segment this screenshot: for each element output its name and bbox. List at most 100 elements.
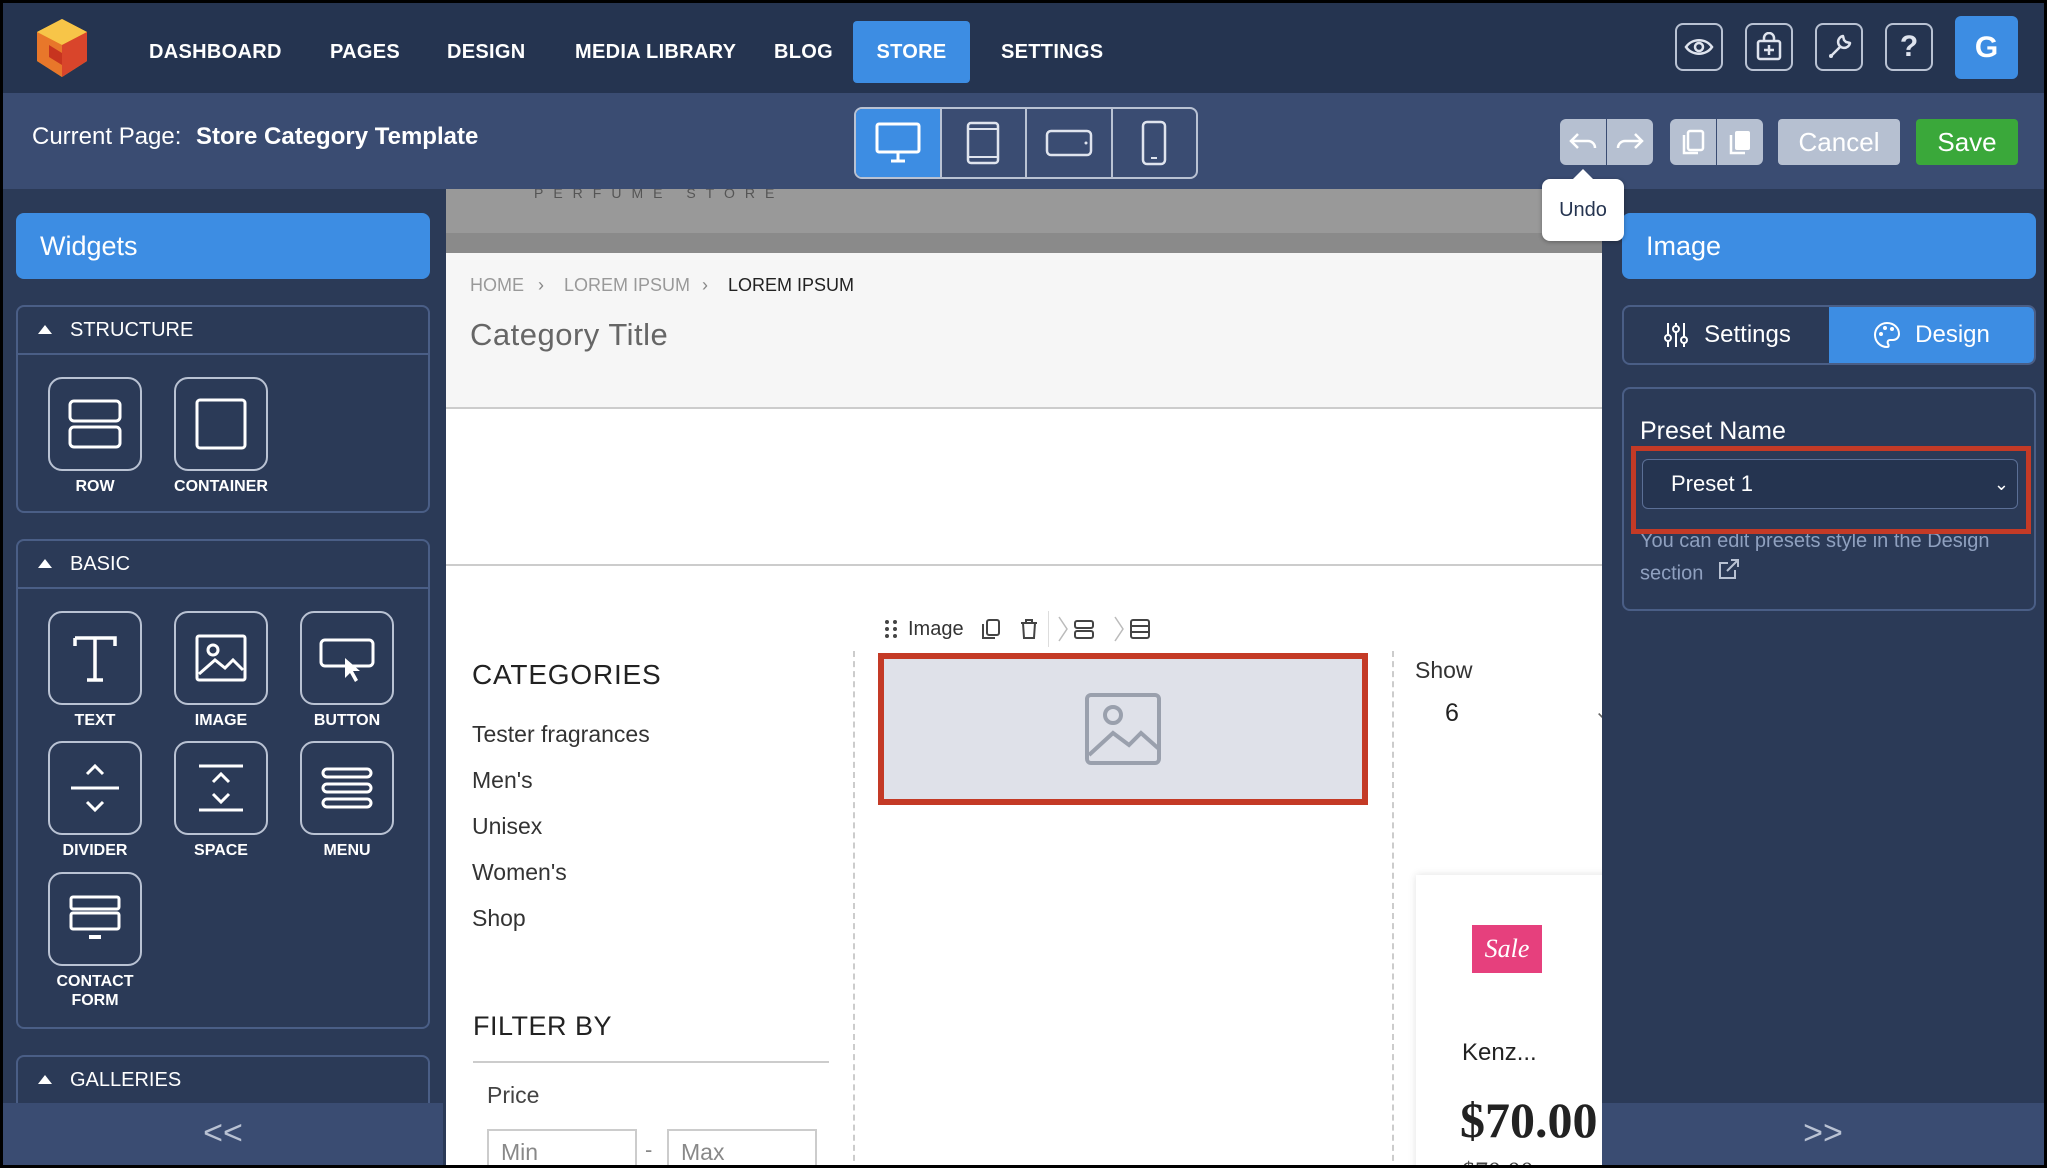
device-switcher bbox=[854, 107, 1198, 179]
preset-help-text-content: You can edit presets style in the Design… bbox=[1640, 530, 1990, 585]
widgets-title: Widgets bbox=[16, 213, 430, 279]
nav-design[interactable]: DESIGN bbox=[419, 21, 553, 83]
undo-button[interactable] bbox=[1560, 119, 1606, 165]
filter-divider bbox=[473, 1061, 829, 1063]
widget-image-label: IMAGE bbox=[194, 712, 248, 729]
widget-text[interactable]: TEXT bbox=[40, 611, 150, 730]
breadcrumb-current: LOREM IPSUM bbox=[728, 275, 855, 295]
chevron-down-icon: ⌄ bbox=[1993, 474, 2009, 494]
eye-icon[interactable] bbox=[1675, 23, 1723, 71]
nav-settings[interactable]: SETTINGS bbox=[973, 21, 1131, 83]
cancel-button[interactable]: Cancel bbox=[1778, 119, 1900, 165]
app-window: DASHBOARD PAGES DESIGN MEDIA LIBRARY BLO… bbox=[3, 3, 2044, 1165]
price-max-input[interactable]: Max bbox=[667, 1129, 817, 1165]
widget-contact-form[interactable]: CONTACT FORM bbox=[40, 872, 150, 1010]
logo-icon[interactable] bbox=[29, 15, 95, 81]
price-range-separator: - bbox=[645, 1137, 653, 1162]
widget-container[interactable]: CONTAINER bbox=[166, 377, 276, 496]
show-label: Show bbox=[1415, 657, 1473, 683]
collapse-right-button[interactable]: >> bbox=[1602, 1103, 2044, 1165]
column-guide bbox=[853, 651, 855, 1165]
duplicate-icon[interactable] bbox=[972, 611, 1010, 647]
collapse-left-button[interactable]: << bbox=[3, 1103, 443, 1165]
drag-handle-icon[interactable] bbox=[876, 611, 906, 647]
properties-panel: Image Settings Design Preset Name You ca… bbox=[1602, 189, 2044, 1165]
undo-tooltip: Undo bbox=[1542, 169, 1624, 241]
widget-contact-form-label: CONTACT FORM bbox=[56, 973, 134, 1009]
category-link[interactable]: Women's bbox=[472, 859, 567, 886]
widget-button[interactable]: BUTTON bbox=[292, 611, 402, 730]
store-header-text: PERFUME STORE bbox=[534, 189, 785, 201]
save-button[interactable]: Save bbox=[1916, 119, 2018, 165]
properties-title: Image bbox=[1622, 213, 2036, 279]
group-galleries-header[interactable]: GALLERIES bbox=[18, 1057, 428, 1105]
price-min-input[interactable]: Min bbox=[487, 1129, 637, 1165]
nav-media-library[interactable]: MEDIA LIBRARY bbox=[547, 21, 764, 83]
container-select-icon[interactable] bbox=[1105, 611, 1161, 647]
widget-divider-label: DIVIDER bbox=[62, 842, 128, 859]
external-link-icon[interactable] bbox=[1717, 557, 1741, 591]
nav-pages[interactable]: PAGES bbox=[302, 21, 428, 83]
tab-design[interactable]: Design bbox=[1829, 307, 2034, 363]
store-header: PERFUME STORE bbox=[446, 189, 1602, 253]
store-add-icon[interactable] bbox=[1745, 23, 1793, 71]
copy-icon[interactable] bbox=[1670, 119, 1716, 165]
nav-blog[interactable]: BLOG bbox=[746, 21, 861, 83]
avatar[interactable]: G bbox=[1955, 16, 2018, 79]
wrench-icon[interactable] bbox=[1815, 23, 1863, 71]
widget-menu[interactable]: MENU bbox=[292, 741, 402, 860]
container-icon bbox=[174, 377, 268, 471]
page-bar: Current Page: Store Category Template Ca… bbox=[3, 93, 2044, 189]
trash-icon[interactable] bbox=[1010, 611, 1048, 647]
paste-icon[interactable] bbox=[1717, 119, 1763, 165]
space-icon bbox=[174, 741, 268, 835]
tab-design-label: Design bbox=[1915, 321, 1990, 348]
selected-image-widget[interactable] bbox=[878, 653, 1368, 805]
category-link[interactable]: Unisex bbox=[472, 813, 542, 840]
widget-divider[interactable]: DIVIDER bbox=[40, 741, 150, 860]
empty-section[interactable] bbox=[446, 410, 1602, 566]
widget-image[interactable]: IMAGE bbox=[166, 611, 276, 730]
header-strip bbox=[446, 233, 1602, 253]
category-link[interactable]: Men's bbox=[472, 767, 533, 794]
category-title: Category Title bbox=[470, 317, 669, 352]
desktop-icon[interactable] bbox=[856, 109, 940, 177]
sale-badge: Sale bbox=[1472, 925, 1542, 973]
tablet-icon[interactable] bbox=[939, 109, 1026, 177]
product-name[interactable]: Kenz... bbox=[1462, 1039, 1537, 1067]
nav-dashboard[interactable]: DASHBOARD bbox=[121, 21, 310, 83]
palette-icon bbox=[1874, 321, 1901, 349]
widget-space[interactable]: SPACE bbox=[166, 741, 276, 860]
group-structure-header[interactable]: STRUCTURE bbox=[18, 307, 428, 355]
tablet-landscape-icon[interactable] bbox=[1025, 109, 1111, 177]
breadcrumb-home[interactable]: HOME bbox=[470, 275, 524, 296]
tab-settings[interactable]: Settings bbox=[1624, 307, 1829, 363]
current-page-value[interactable]: Store Category Template bbox=[196, 123, 478, 151]
mobile-icon[interactable] bbox=[1110, 109, 1197, 177]
category-link[interactable]: Tester fragrances bbox=[472, 721, 650, 748]
sliders-icon bbox=[1664, 323, 1689, 347]
show-count-select[interactable]: 6 bbox=[1445, 699, 1459, 728]
group-structure: STRUCTURE ROW CONTAINER bbox=[16, 305, 430, 513]
group-basic-header[interactable]: BASIC bbox=[18, 541, 428, 589]
category-link[interactable]: Shop bbox=[472, 905, 526, 932]
group-basic: BASIC TEXT IMAGE BUTTON DIVIDER SPACE ME… bbox=[16, 539, 430, 1029]
image-placeholder-icon bbox=[1085, 693, 1161, 765]
nav-store[interactable]: STORE bbox=[853, 21, 970, 83]
menu-icon bbox=[300, 741, 394, 835]
widgets-panel: Widgets STRUCTURE ROW CONTAINER BASIC TE… bbox=[3, 189, 443, 1165]
breadcrumb-item[interactable]: LOREM IPSUM bbox=[564, 275, 690, 296]
row-select-icon[interactable] bbox=[1047, 611, 1105, 647]
redo-button[interactable] bbox=[1607, 119, 1653, 165]
help-icon[interactable]: ? bbox=[1885, 23, 1933, 71]
price-label: Price bbox=[487, 1082, 540, 1108]
breadcrumb-separator-icon: › bbox=[702, 275, 708, 295]
top-nav: DASHBOARD PAGES DESIGN MEDIA LIBRARY BLO… bbox=[3, 3, 2044, 93]
widget-row[interactable]: ROW bbox=[40, 377, 150, 496]
product-card[interactable]: Sale Kenz... $70.00 $70.00 bbox=[1416, 875, 1602, 1165]
preset-help-text: You can edit presets style in the Design… bbox=[1640, 525, 2020, 591]
preset-select[interactable]: Preset 1 ⌄ bbox=[1642, 459, 2018, 509]
filter-heading: FILTER BY bbox=[473, 1011, 613, 1041]
widget-container-label: CONTAINER bbox=[174, 478, 268, 495]
chevron-down-icon[interactable]: ⌄ bbox=[1594, 699, 1602, 724]
